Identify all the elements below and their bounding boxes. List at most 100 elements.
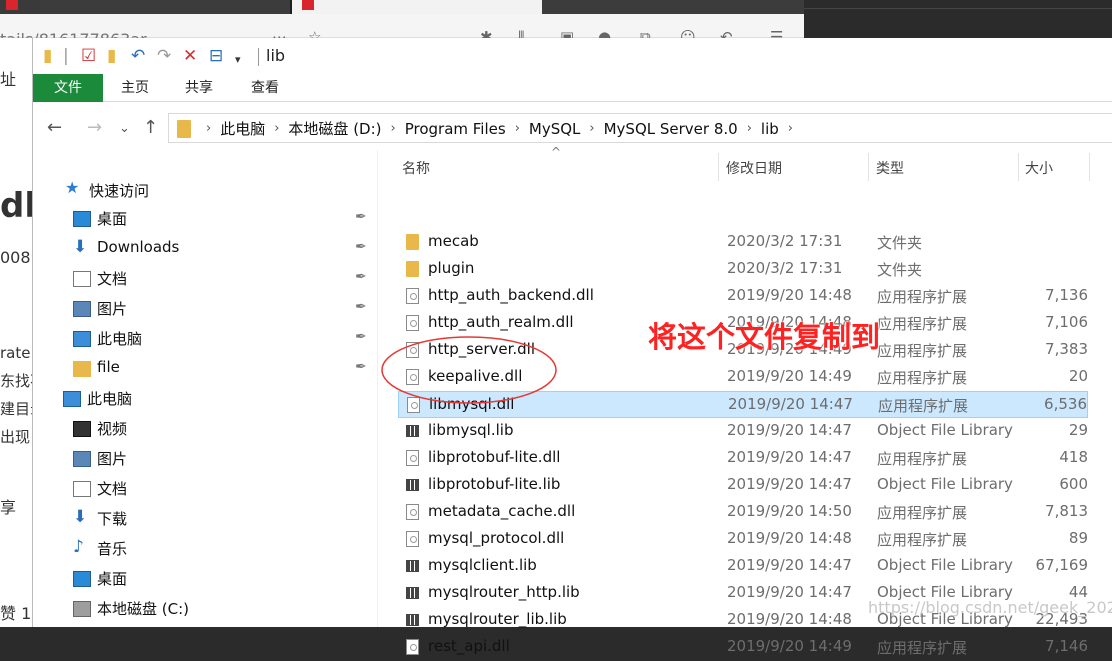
desktop-icon [73, 211, 91, 227]
pin-icon[interactable]: ✒ [355, 359, 367, 375]
dll-file-icon [406, 315, 419, 331]
nav-item-label: file [97, 358, 120, 376]
new-folder-icon[interactable]: ▮ [107, 46, 116, 66]
tab-file[interactable]: 文件 [33, 74, 103, 102]
background-window [804, 0, 1112, 38]
browser-tab[interactable] [0, 0, 40, 14]
file-type: 文件夹 [877, 261, 923, 279]
file-row[interactable]: metadata_cache.dll 2019/9/20 14:50 应用程序扩展 7… [398, 499, 1088, 526]
recent-locations-chevron-icon[interactable]: ⌄ [119, 121, 130, 136]
pin-icon[interactable]: ✒ [355, 329, 367, 345]
browser-tab[interactable] [542, 0, 804, 14]
dll-file-icon [406, 288, 419, 304]
nav-item[interactable]: ♪ 音乐 [33, 534, 378, 564]
nav-item[interactable]: 文档 ✒ [33, 264, 378, 294]
nav-quick-access[interactable]: ★ 快速访问 [33, 176, 378, 206]
csdn-favicon-icon [6, 0, 18, 10]
browser-tab-active[interactable] [292, 0, 542, 14]
breadcrumb-separator-icon[interactable]: › [391, 121, 396, 136]
file-row[interactable]: rest_api.dll 2019/9/20 14:49 应用程序扩展 7,146 [398, 634, 1088, 661]
file-name: rest_api.dll [428, 637, 510, 655]
column-header-size[interactable]: 大小 [1019, 145, 1089, 187]
nav-item[interactable]: 图片 ✒ [33, 294, 378, 324]
pin-icon[interactable]: ✒ [355, 299, 367, 315]
pin-icon[interactable]: ✒ [355, 209, 367, 225]
undo-icon[interactable]: ↶ [131, 46, 145, 66]
file-date: 2019/9/20 14:47 [727, 583, 852, 601]
tab-view[interactable]: 查看 [231, 74, 299, 102]
nav-item[interactable]: 此电脑 ✒ [33, 324, 378, 354]
file-row[interactable]: libprotobuf-lite.lib 2019/9/20 14:47 Objec… [398, 472, 1088, 499]
picture-icon [73, 451, 91, 467]
breadcrumb-item[interactable]: lib [761, 120, 779, 138]
nav-item[interactable]: 图片 [33, 444, 378, 474]
file-date: 2020/3/2 17:31 [727, 259, 843, 277]
file-row[interactable]: plugin 2020/3/2 17:31 文件夹 [398, 256, 1088, 283]
file-row[interactable]: mysqlclient.lib 2019/9/20 14:47 Object Fil… [398, 553, 1088, 580]
breadcrumb-item[interactable]: Program Files [405, 120, 506, 138]
breadcrumb-item[interactable]: MySQL [529, 120, 581, 138]
file-type: 应用程序扩展 [878, 397, 969, 415]
nav-item[interactable]: ⬇ 下载 [33, 504, 378, 534]
file-row[interactable]: mysql_protocol.dll 2019/9/20 14:48 应用程序扩展 8… [398, 526, 1088, 553]
breadcrumb-item[interactable]: 本地磁盘 (D:) [288, 118, 381, 139]
file-date: 2019/9/20 14:47 [727, 556, 852, 574]
lib-file-icon [406, 425, 419, 437]
rename-icon[interactable]: ⊟ [209, 46, 223, 66]
forward-arrow-icon[interactable]: → [87, 117, 102, 138]
breadcrumb-separator-icon[interactable]: › [747, 121, 752, 136]
breadcrumb-item[interactable]: 此电脑 [220, 118, 265, 139]
nav-item[interactable]: 桌面 [33, 564, 378, 594]
file-size: 89 [1068, 529, 1088, 547]
breadcrumb-separator-icon[interactable]: › [206, 121, 211, 136]
video-icon [73, 421, 91, 437]
breadcrumb-separator-icon[interactable]: › [788, 121, 793, 136]
nav-this-pc[interactable]: 此电脑 [33, 384, 378, 414]
window-title: lib [266, 46, 286, 65]
tab-home[interactable]: 主页 [103, 74, 167, 102]
file-row[interactable]: libmysql.lib 2019/9/20 14:47 Object File L… [398, 418, 1088, 445]
back-arrow-icon[interactable]: ← [47, 117, 62, 138]
nav-item[interactable]: file ✒ [33, 354, 378, 384]
breadcrumb-separator-icon[interactable]: › [274, 121, 279, 136]
up-arrow-icon[interactable]: ↑ [143, 117, 158, 138]
nav-item[interactable]: 文档 [33, 474, 378, 504]
pin-icon[interactable]: ✒ [355, 239, 367, 255]
breadcrumb-separator-icon[interactable]: › [589, 121, 594, 136]
file-type: 应用程序扩展 [877, 450, 968, 468]
music-icon: ♪ [73, 537, 84, 557]
file-row[interactable]: libprotobuf-lite.dll 2019/9/20 14:47 应用程序扩… [398, 445, 1088, 472]
pin-icon[interactable]: ✒ [355, 269, 367, 285]
column-header-name[interactable]: 名称 [398, 145, 718, 187]
breadcrumb-separator-icon[interactable]: › [515, 121, 520, 136]
column-header-date[interactable]: 修改日期 [719, 145, 868, 187]
file-size: 7,146 [1045, 637, 1088, 655]
file-date: 2019/9/20 14:50 [727, 502, 852, 520]
column-header-type[interactable]: 类型 [869, 145, 1018, 187]
blog-text-fragment: 建目录 [0, 400, 32, 418]
breadcrumb-item[interactable]: MySQL Server 8.0 [604, 120, 738, 138]
file-row[interactable]: http_auth_backend.dll 2019/9/20 14:48 应用程序… [398, 283, 1088, 310]
nav-item[interactable]: 本地磁盘 (C:) [33, 594, 378, 624]
address-bar[interactable]: › 此电脑 › 本地磁盘 (D:) › Program Files › MySQ… [168, 113, 1112, 143]
properties-icon[interactable]: ☑ [81, 46, 96, 66]
nav-item[interactable]: 桌面 ✒ [33, 204, 378, 234]
customize-toolbar-chevron-icon[interactable]: ▾ [235, 50, 241, 70]
blog-text-fragment: 008 [0, 248, 31, 267]
file-size: 600 [1059, 475, 1088, 493]
file-type: 应用程序扩展 [877, 531, 968, 549]
nav-item-label: 图片 [97, 450, 128, 468]
browser-tab[interactable] [40, 0, 290, 14]
nav-item[interactable]: ⬇ Downloads ✒ [33, 234, 378, 264]
tab-share[interactable]: 共享 [167, 74, 231, 102]
redo-icon[interactable]: ↷ [157, 46, 171, 66]
file-name: mysqlrouter_lib.lib [428, 610, 567, 628]
file-row[interactable]: mecab 2020/3/2 17:31 文件夹 [398, 229, 1088, 256]
lib-file-icon [406, 587, 419, 599]
navigation-pane: ★ 快速访问 桌面 ✒ ⬇ Downloads ✒ 文档 ✒ 图片 ✒ 此电脑 ✒ file ✒ 此电脑 视频图… [33, 150, 378, 627]
blog-text-fragment: dll [0, 186, 32, 226]
dll-file-icon [406, 504, 419, 520]
delete-icon[interactable]: ✕ [183, 46, 197, 66]
nav-item[interactable]: 视频 [33, 414, 378, 444]
download-icon: ⬇ [73, 507, 88, 527]
